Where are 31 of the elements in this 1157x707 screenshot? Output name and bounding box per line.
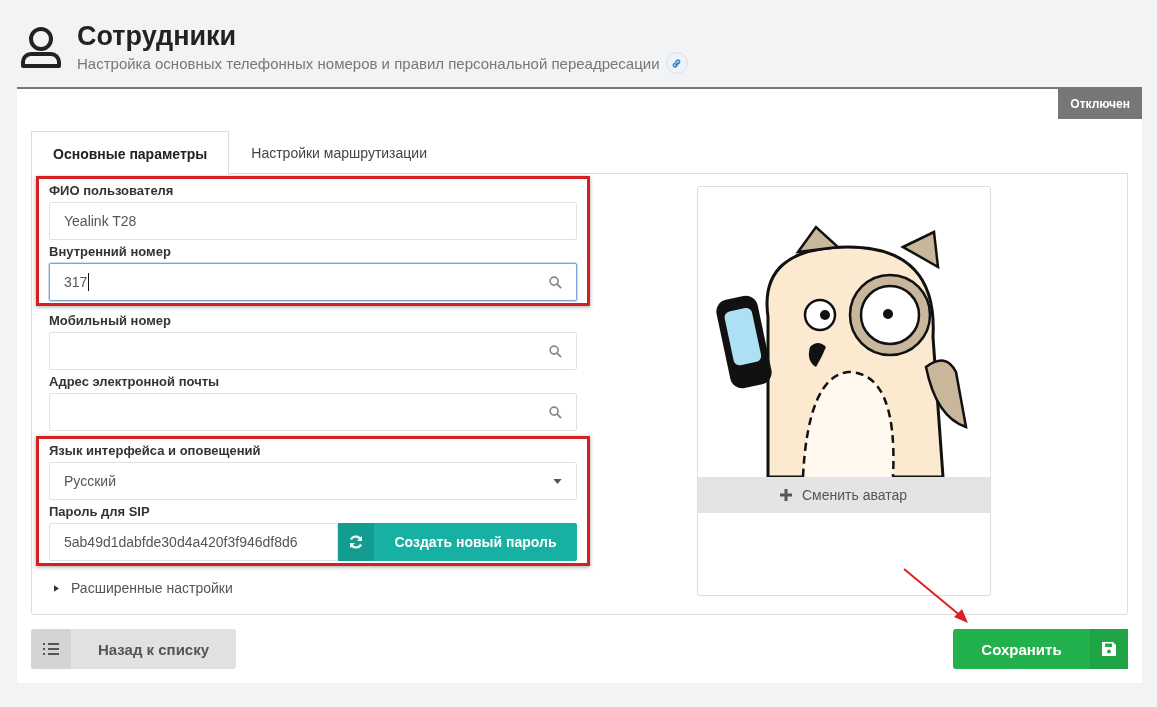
input-field[interactable] <box>49 393 577 431</box>
refresh-icon <box>348 534 364 550</box>
field-label: Адрес электронной почты <box>49 374 221 389</box>
tab[interactable]: Настройки маршрутизации <box>229 131 449 173</box>
language-dropdown[interactable]: Русский <box>49 462 577 500</box>
page-subtitle: Настройка основных телефонных номеров и правил персональной переадресации <box>77 54 660 72</box>
field-label: Внутренний номер <box>49 244 172 259</box>
field-label: ФИО пользователя <box>49 183 175 198</box>
search-icon <box>549 405 562 419</box>
list-icon <box>43 643 59 655</box>
field-label: Пароль для SIP <box>49 504 151 519</box>
change-avatar-button[interactable]: Сменить аватар <box>697 477 990 513</box>
input-field[interactable] <box>49 332 577 370</box>
password-field[interactable]: 5ab49d1dabfde30d4a420f3f946df8d6 <box>49 523 338 561</box>
tab[interactable]: Основные параметры <box>31 131 230 174</box>
caret-icon <box>553 478 562 484</box>
back-to-list-button[interactable]: Назад к списку <box>31 629 236 669</box>
search-icon <box>549 344 562 358</box>
field-label: Мобильный номер <box>49 313 172 328</box>
link-icon[interactable] <box>665 52 688 74</box>
field-label: Язык интерфейса и оповещений <box>49 443 262 458</box>
input-field[interactable]: 317 <box>49 263 577 301</box>
advanced-settings-toggle[interactable]: Расширенные настройки <box>54 580 233 596</box>
status-badge: Отключен <box>1058 89 1142 119</box>
plus-icon <box>779 489 792 501</box>
input-field[interactable]: Yealink T28 <box>49 202 577 240</box>
save-icon <box>1102 642 1116 656</box>
user-icon <box>19 26 63 70</box>
page-title: Сотрудники <box>77 20 238 52</box>
caret-icon <box>54 584 59 592</box>
search-icon <box>549 275 562 289</box>
